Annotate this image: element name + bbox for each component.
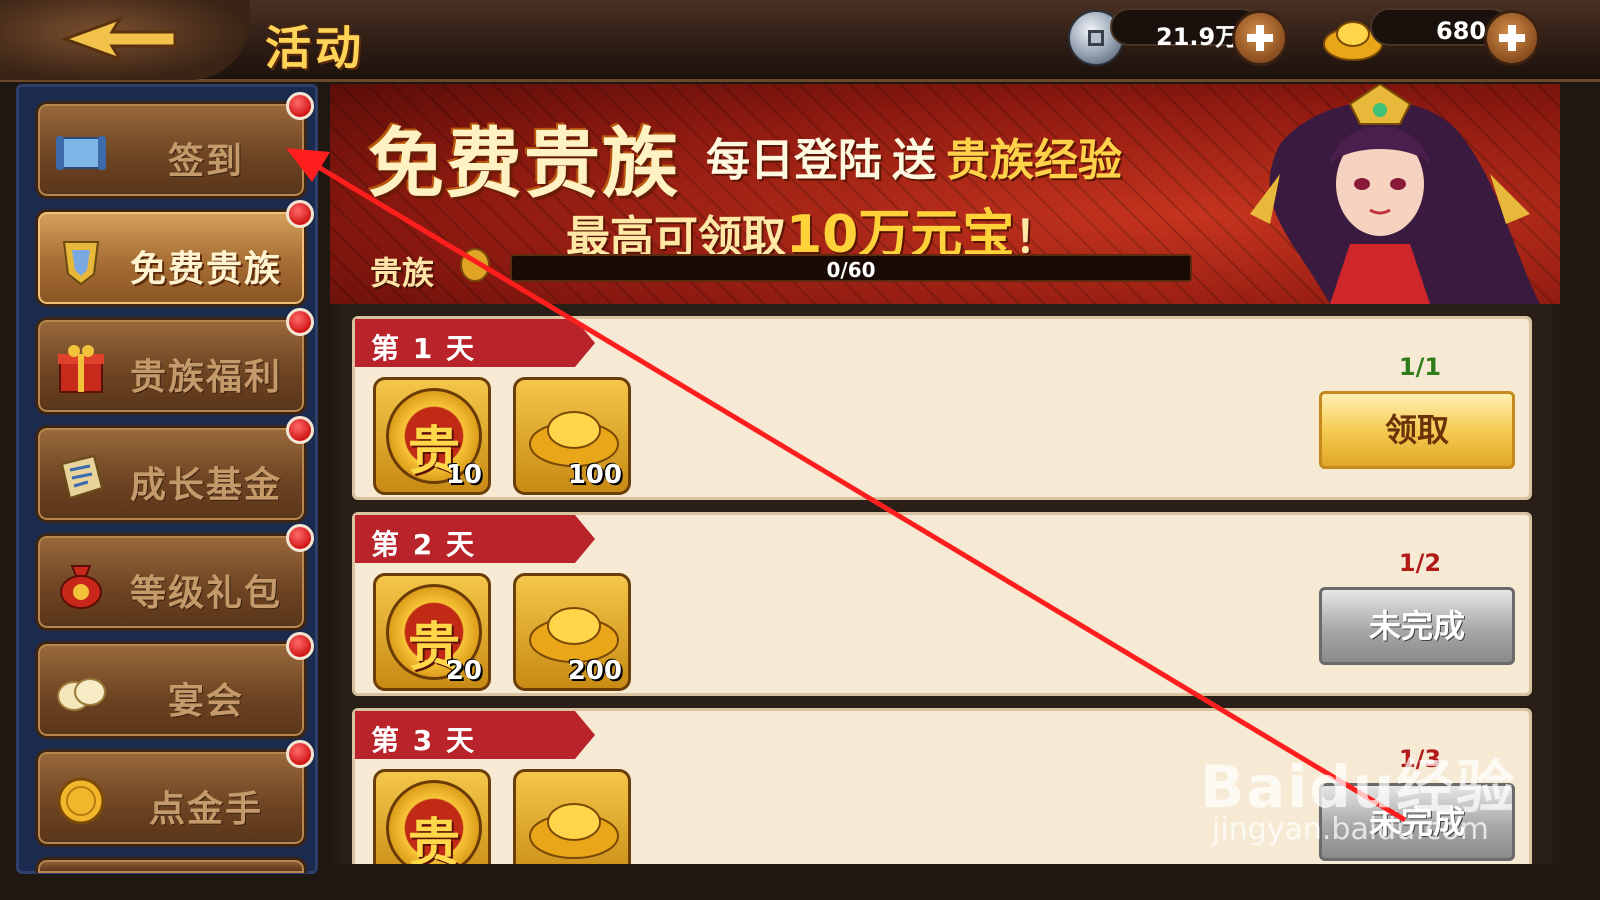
progress-text: 0/60: [826, 258, 876, 282]
task-progress-count: 1/2: [1398, 549, 1442, 577]
watermark-url: jingyan.baidu.com: [1212, 812, 1489, 847]
free-noble-banner: 免费贵族 每日登陆送贵族经验 最高可领取10万元宝！ 贵族 0/60: [330, 84, 1560, 304]
sidebar-item-level-pack[interactable]: 等级礼包: [35, 524, 314, 631]
sidebar-item-label: 等级礼包: [129, 573, 282, 614]
activity-sidebar: 签到 免费贵族 贵族福利 成长基金 等级礼包 宴会 点金手: [16, 84, 318, 874]
day-label: 第 2 天: [371, 528, 476, 561]
back-arrow-icon: [60, 16, 177, 62]
notification-badge: [286, 416, 314, 444]
task-progress-count: 1/1: [1398, 353, 1442, 381]
banner-give: 送: [892, 135, 936, 186]
notification-badge: [286, 308, 314, 336]
page-title: 活动: [265, 21, 365, 75]
notification-badge: [286, 524, 314, 552]
plus-icon: [1247, 25, 1273, 51]
coin-glyph: 贵: [407, 814, 460, 864]
sidebar-item-label: 宴会: [167, 681, 244, 722]
day-label: 第 1 天: [371, 332, 476, 365]
gold-amount: 680: [1436, 17, 1487, 45]
claim-button[interactable]: 领取: [1319, 391, 1515, 469]
buns-icon: [57, 678, 106, 711]
notification-badge: [286, 200, 314, 228]
sidebar-item-label: 免费贵族: [129, 249, 282, 290]
crest-icon: [62, 241, 100, 286]
noble-coin-icon: 贵: [386, 780, 482, 864]
sidebar-item-golden-hand[interactable]: 点金手: [35, 740, 314, 847]
add-gold-button[interactable]: [1484, 10, 1540, 66]
noble-progress-bar: 0/60: [510, 254, 1192, 282]
incomplete-button[interactable]: 未完成: [1319, 587, 1515, 665]
noble-exp-icon: [460, 248, 490, 282]
day-card: 第 2 天 贵 20 200 1/2 未完成: [352, 512, 1532, 696]
plus-icon: [1499, 25, 1525, 51]
notification-badge: [286, 92, 314, 120]
money-bag-icon: [60, 565, 102, 609]
back-button[interactable]: [0, 0, 250, 80]
reward-gold-ingot[interactable]: [513, 769, 631, 864]
sidebar-item-growth-fund[interactable]: 成长基金: [35, 416, 314, 523]
sidebar-item-partial[interactable]: [35, 857, 307, 873]
sidebar-item-label: 签到: [167, 141, 244, 182]
add-silver-button[interactable]: [1232, 10, 1288, 66]
reward-noble-coin[interactable]: 贵 10: [373, 377, 491, 495]
character-illustration: [1250, 84, 1540, 304]
reward-gold-ingot[interactable]: 200: [513, 573, 631, 691]
notification-badge: [286, 632, 314, 660]
day-tag: 第 3 天: [355, 711, 595, 759]
silver-amount: 21.9万: [1156, 23, 1240, 51]
gold-ingot-icon: [529, 803, 619, 859]
reward-noble-coin[interactable]: 贵: [373, 769, 491, 864]
scroll-icon: [56, 136, 106, 170]
sidebar-item-label: 点金手: [148, 789, 263, 830]
sidebar-item-noble-welfare[interactable]: 贵族福利: [35, 308, 314, 415]
gift-box-icon: [58, 345, 104, 393]
sidebar-item-banquet[interactable]: 宴会: [35, 632, 314, 739]
sidebar-item-signin[interactable]: 签到: [35, 92, 314, 199]
reward-quantity: 100: [567, 460, 622, 490]
notification-badge: [286, 740, 314, 768]
banner-noble-exp: 贵族经验: [946, 135, 1122, 186]
day-tag: 第 1 天: [355, 319, 595, 367]
top-bar: 活动 21.9万 680: [0, 0, 1600, 82]
day-tag: 第 2 天: [355, 515, 595, 563]
sidebar-item-label: 成长基金: [129, 465, 282, 506]
reward-noble-coin[interactable]: 贵 20: [373, 573, 491, 691]
banner-daily-login: 每日登陆: [706, 135, 882, 186]
reward-quantity: 20: [445, 656, 482, 686]
reward-quantity: 200: [567, 656, 622, 686]
sidebar-item-free-noble[interactable]: 免费贵族: [35, 200, 314, 307]
reward-quantity: 10: [445, 460, 482, 490]
noble-label: 贵族: [370, 254, 435, 292]
map-scroll-icon: [60, 454, 104, 500]
banner-subtitle-1: 每日登陆送贵族经验: [706, 124, 1122, 188]
reward-gold-ingot[interactable]: 100: [513, 377, 631, 495]
sidebar-item-label: 贵族福利: [129, 357, 282, 398]
day-card: 第 1 天 贵 10 100 1/1 领取: [352, 316, 1532, 500]
day-label: 第 3 天: [371, 724, 476, 757]
gold-coin-icon: [57, 777, 105, 825]
